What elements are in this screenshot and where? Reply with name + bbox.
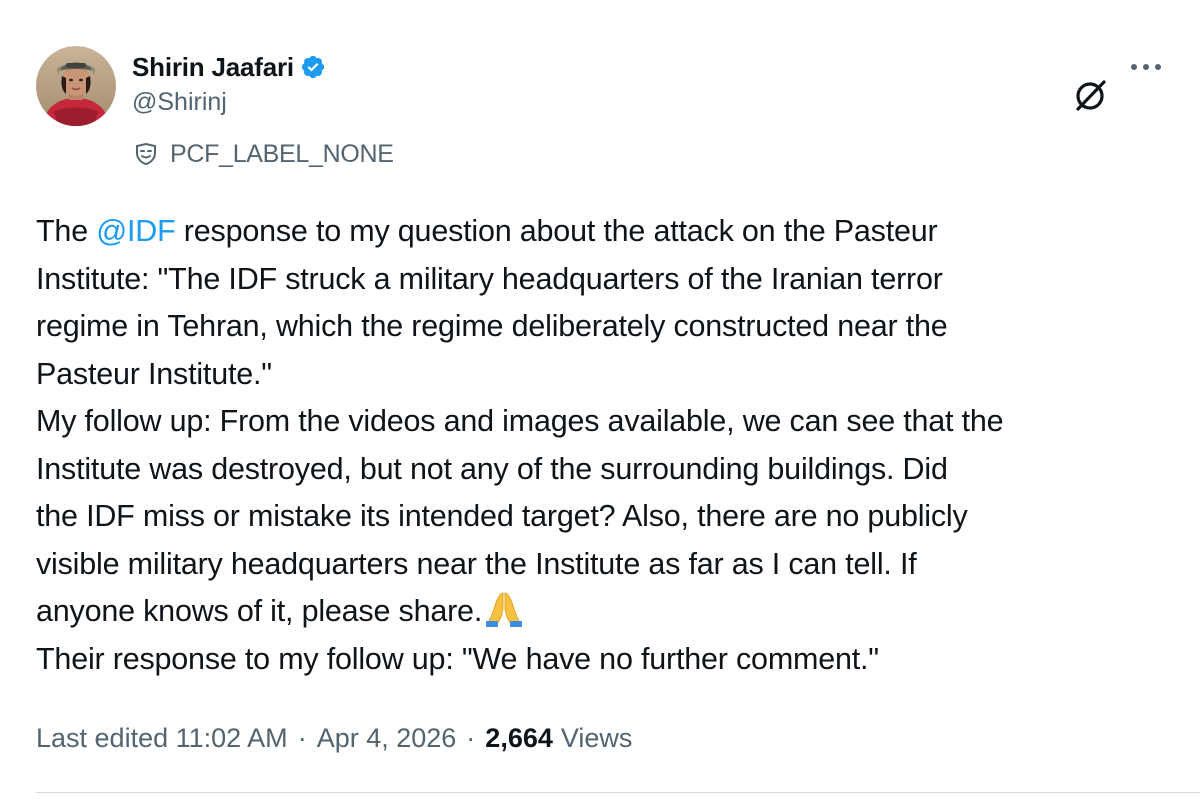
edited-timestamp[interactable]: Last edited 11:02 AM [36, 723, 288, 754]
tweet-text-segment: response to my question about the attack… [175, 214, 938, 248]
tweet-line: anyone knows of it, please share. [36, 588, 1176, 636]
tweet-line: Institute was destroyed, but not any of … [36, 451, 948, 486]
more-options-icon[interactable] [1126, 52, 1166, 82]
grok-icon[interactable] [1070, 76, 1110, 116]
mention-link[interactable]: @IDF [96, 214, 175, 248]
views-label: Views [560, 722, 633, 753]
tweet-text-segment: anyone knows of it, please share. [36, 594, 483, 628]
tweet-line: the IDF miss or mistake its intended tar… [36, 499, 968, 533]
tweet-line: visible military headquarters near the I… [36, 546, 917, 581]
views-count: 2,664 [485, 722, 553, 753]
tweet-text-segment: The [36, 214, 97, 248]
folded-hands-emoji [484, 591, 524, 627]
avatar[interactable] [36, 46, 116, 126]
tweet-line: My follow up: From the videos and images… [36, 404, 1004, 438]
tweet-date[interactable]: Apr 4, 2026 [317, 723, 457, 754]
mask-icon [134, 142, 158, 166]
tweet-line: The @IDF response to my question about t… [36, 208, 1176, 256]
tweet-card: Shirin Jaafari @Shirinj PCF_LABEL_NONE T… [0, 0, 1200, 803]
divider [36, 792, 1200, 793]
account-label: PCF_LABEL_NONE [134, 138, 394, 170]
account-label-text: PCF_LABEL_NONE [170, 139, 394, 168]
verified-badge-icon[interactable] [300, 54, 326, 80]
tweet-text: The @IDF response to my question about t… [36, 208, 1176, 683]
meta-separator: · [466, 722, 476, 753]
tweet-line: Pasteur Institute." [36, 356, 272, 391]
tweet-line: regime in Tehran, which the regime delib… [36, 309, 948, 343]
tweet-line: Institute: "The IDF struck a military he… [36, 261, 943, 296]
meta-separator: · [297, 722, 307, 753]
author-name-row: Shirin Jaafari [132, 49, 326, 85]
author-handle[interactable]: @Shirinj [132, 88, 227, 117]
tweet-meta: Last edited 11:02 AM · Apr 4, 2026 · 2,6… [36, 718, 632, 758]
author-display-name[interactable]: Shirin Jaafari [132, 52, 294, 83]
tweet-line: Their response to my follow up: "We have… [36, 641, 879, 676]
